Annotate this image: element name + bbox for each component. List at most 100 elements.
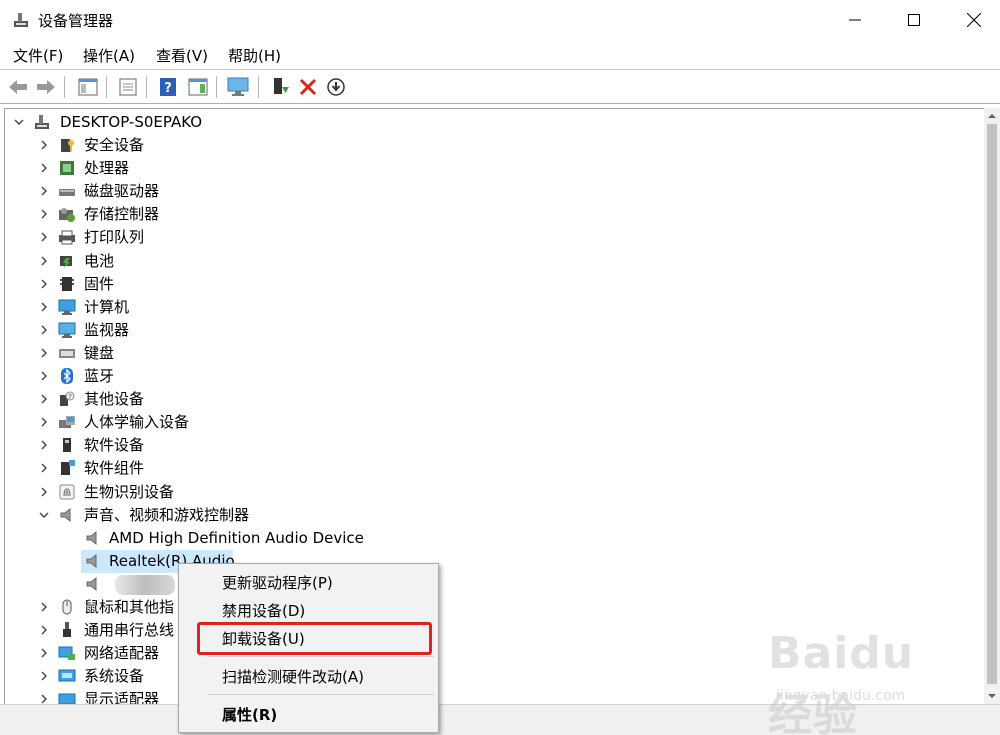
tree-category[interactable]: 存储控制器 [5, 203, 983, 226]
ctx-update-driver-label: 更新驱动程序(P) [222, 574, 333, 592]
tree-category[interactable]: 软件设备 [5, 434, 983, 457]
chevron-right-icon[interactable] [38, 139, 50, 151]
scroll-down-button[interactable] [984, 688, 1000, 704]
chevron-right-icon[interactable] [38, 347, 50, 359]
scrollbar-thumb[interactable] [987, 124, 997, 684]
tree-category[interactable]: 生物识别设备 [5, 481, 983, 504]
menu-action[interactable]: 操作(A) [83, 45, 135, 66]
menu-help[interactable]: 帮助(H) [228, 45, 281, 66]
disk-drive-icon [59, 189, 75, 197]
tree-category-label: 鼠标和其他指 [84, 598, 175, 616]
help-icon: ? [160, 78, 176, 96]
menu-view[interactable]: 查看(V) [156, 45, 208, 66]
ctx-separator [208, 656, 434, 657]
chevron-right-icon[interactable] [38, 416, 50, 428]
chevron-right-icon[interactable] [38, 324, 50, 336]
maximize-button[interactable] [885, 0, 943, 40]
tree-category[interactable]: ? 其他设备 [5, 388, 983, 411]
maximize-icon [908, 14, 920, 26]
other-device-icon: ? [60, 391, 75, 407]
tree-category[interactable]: 处理器 [5, 157, 983, 180]
chevron-right-icon[interactable] [38, 439, 50, 451]
tree-category-label: 处理器 [84, 159, 130, 178]
chevron-right-icon[interactable] [38, 278, 50, 290]
chevron-right-icon[interactable] [38, 693, 50, 704]
tree-category-label: 生物识别设备 [84, 482, 175, 501]
uninstall-toolbar-button[interactable] [296, 75, 320, 99]
system-device-icon [58, 669, 76, 682]
back-button[interactable] [6, 75, 30, 99]
ctx-properties[interactable]: 属性(R) [179, 700, 438, 728]
tree-category[interactable]: 安全设备 [5, 134, 983, 157]
chevron-right-icon[interactable] [38, 370, 50, 382]
tree-category[interactable]: 固件 [5, 273, 983, 296]
update-driver-toolbar-button[interactable] [268, 75, 292, 99]
action-pane-button[interactable] [186, 75, 210, 99]
mouse-icon [62, 599, 72, 615]
properties-icon [119, 78, 137, 96]
tree-category[interactable]: 蓝牙 [5, 365, 983, 388]
chevron-down-icon[interactable] [38, 509, 50, 521]
chevron-right-icon[interactable] [38, 231, 50, 243]
title-bar: 设备管理器 [0, 0, 1000, 40]
ctx-scan-hardware[interactable]: 扫描检测硬件改动(A) [179, 662, 438, 690]
chevron-down-icon[interactable] [13, 116, 25, 128]
chevron-right-icon[interactable] [38, 647, 50, 659]
tree-category[interactable]: 声音、视频和游戏控制器 [5, 504, 983, 527]
tree-category-label: 打印队列 [84, 228, 145, 247]
help-toolbar-button[interactable]: ? [156, 75, 180, 99]
tree-category[interactable]: 软件组件 [5, 457, 983, 480]
tree-category-label: 电池 [84, 251, 115, 270]
chevron-right-icon[interactable] [38, 185, 50, 197]
properties-toolbar-button[interactable] [116, 75, 140, 99]
tree-category[interactable]: 打印队列 [5, 226, 983, 249]
minimize-button[interactable] [826, 0, 884, 40]
tree-category-label: 通用串行总线 [84, 621, 175, 640]
speaker-icon [86, 530, 97, 545]
ctx-disable-device[interactable]: 禁用设备(D) [179, 596, 438, 624]
bluetooth-icon [61, 368, 73, 384]
chevron-right-icon[interactable] [38, 601, 50, 613]
close-button[interactable] [945, 0, 1000, 40]
disable-arrow-icon [327, 78, 345, 96]
chevron-right-icon[interactable] [38, 393, 50, 405]
tree-category-label: 安全设备 [84, 136, 145, 154]
chevron-right-icon[interactable] [38, 208, 50, 220]
menu-file[interactable]: 文件(F) [13, 45, 63, 66]
disable-toolbar-button[interactable] [324, 75, 348, 99]
tree-category[interactable]: 电池 [5, 250, 983, 273]
console-tree-icon [78, 78, 98, 96]
action-pane-icon [188, 78, 208, 96]
tree-root[interactable]: DESKTOP-S0EPAKO [5, 111, 983, 134]
tree-category[interactable]: 计算机 [5, 296, 983, 319]
device-tree[interactable]: DESKTOP-S0EPAKO 安全设备处理器磁盘驱动器 存储控制器打印队列电池固… [4, 108, 984, 704]
scan-hardware-button[interactable] [226, 75, 250, 99]
chevron-right-icon[interactable] [38, 670, 50, 682]
svg-text:?: ? [164, 81, 172, 96]
tree-category[interactable]: 人体学输入设备 [5, 411, 983, 434]
chevron-right-icon[interactable] [38, 301, 50, 313]
tree-category-label: 监视器 [84, 320, 130, 339]
chevron-right-icon[interactable] [38, 255, 50, 267]
tree-category-label: 键盘 [84, 343, 115, 362]
blurred-device-name [115, 575, 175, 595]
tree-category[interactable]: 鼠标和其他指 [5, 596, 983, 619]
forward-button[interactable] [34, 75, 58, 99]
show-hide-tree-button[interactable] [76, 75, 100, 99]
vertical-scrollbar[interactable] [984, 108, 1000, 704]
tree-category[interactable]: 磁盘驱动器 [5, 180, 983, 203]
chevron-right-icon[interactable] [38, 462, 50, 474]
usb-icon [63, 622, 71, 638]
chevron-right-icon[interactable] [38, 624, 50, 636]
tree-device[interactable]: AMD High Definition Audio Device [5, 527, 983, 550]
hid-icon [59, 416, 75, 429]
ctx-update-driver[interactable]: 更新驱动程序(P) [179, 568, 438, 596]
toolbar-separator [216, 76, 217, 98]
chevron-right-icon[interactable] [38, 486, 50, 498]
tree-category[interactable]: 键盘 [5, 342, 983, 365]
tree-category[interactable]: 监视器 [5, 319, 983, 342]
battery-icon [60, 255, 72, 268]
tree-device[interactable]: Realtek(R) Audio [5, 549, 983, 573]
chevron-right-icon[interactable] [38, 162, 50, 174]
scroll-up-button[interactable] [984, 108, 1000, 124]
